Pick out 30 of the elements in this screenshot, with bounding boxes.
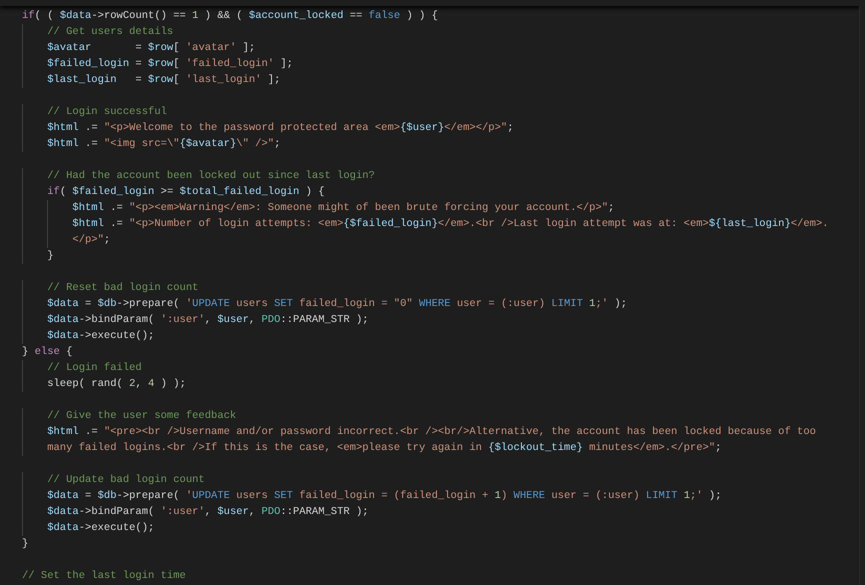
code-line: // Login failed	[22, 360, 859, 376]
code-line: // Reset bad login count	[22, 280, 859, 296]
code-line: $failed_login = $row[ 'failed_login' ];	[22, 56, 859, 72]
code-line: // Get users details	[22, 24, 859, 40]
code-line: $data->bindParam( ':user', $user, PDO::PARAM_STR );	[22, 312, 859, 328]
code-line: $html .= "<img src=\"{$avatar}\" />";	[22, 136, 859, 152]
code-line: $html .= "<p><em>Warning</em>: Someone might of been brute forcing your account.</p>";	[22, 200, 859, 216]
code-line: } else {	[22, 345, 74, 360]
code-line: $data = $db->prepare( 'UPDATE users SET failed_login = (failed_login + 1) WHERE user = (:user) LIMIT 1;' );	[22, 488, 859, 504]
code-line: $data->execute();	[22, 328, 859, 344]
code-line: $avatar = $row[ 'avatar' ];	[22, 40, 859, 56]
code-line: // Had the account been locked out since last login?	[22, 168, 859, 184]
code-line: if( ( $data->rowCount() == 1 ) && ( $account_locked == false ) ) {	[22, 9, 439, 24]
code-line: $data = $db->prepare( 'UPDATE users SET failed_login = "0" WHERE user = (:user) LIMIT 1;' );	[22, 296, 859, 312]
code-line: $html .= "<p>Welcome to the password protected area <em>{$user}</em></p>";	[22, 120, 859, 136]
code-line: </p>";	[22, 232, 859, 248]
code-line: $data->bindParam( ':user', $user, PDO::PARAM_STR );	[22, 504, 859, 520]
code-line: // Update bad login count	[22, 472, 859, 488]
code-line: $html .= "<pre><br />Username and/or password incorrect.<br /><br/>Alternative, the account has been locked because of too	[22, 424, 859, 440]
code-line: }	[22, 248, 859, 264]
code-line: sleep( rand( 2, 4 ) );	[22, 376, 859, 392]
code-line: // Give the user some feedback	[22, 408, 859, 424]
code-line: if( $failed_login >= $total_failed_login ) {	[22, 184, 859, 200]
code-line: many failed logins.<br />If this is the case, <em>please try again in {$lockout_time} minutes</em>.</pre>";	[22, 440, 859, 456]
code-line: // Login successful	[22, 104, 859, 120]
code-line: // Set the last login time	[22, 569, 187, 584]
code-line: $data->execute();	[22, 520, 859, 536]
code-line: }	[22, 537, 30, 552]
code-line: $html .= "<p>Number of login attempts: <em>{$failed_login}</em>.<br />Last login attempt was at: <em>${last_login}</em>.	[22, 216, 859, 232]
code-line: $last_login = $row[ 'last_login' ];	[22, 72, 859, 88]
